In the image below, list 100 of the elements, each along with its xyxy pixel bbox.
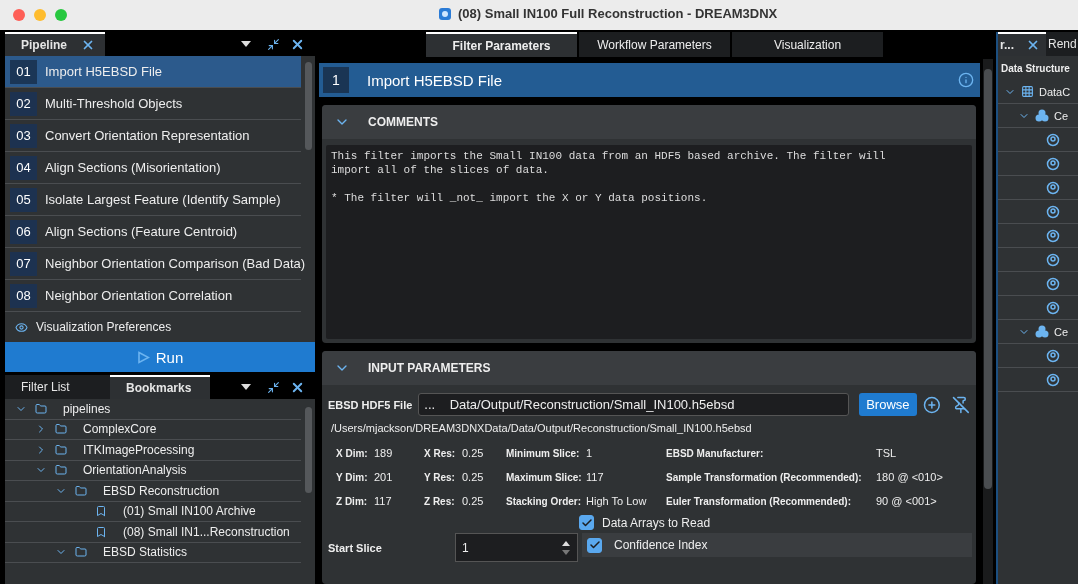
zoom-window-button[interactable] <box>55 9 67 21</box>
info-value: 0.25 <box>462 471 485 483</box>
visualization-preferences-row[interactable]: Visualization Preferences <box>5 312 315 342</box>
field-label: EBSD HDF5 File <box>328 398 413 411</box>
info-value: 0.25 <box>462 495 485 507</box>
data-array-icon <box>1046 348 1060 363</box>
window-title: (08) Small IN100 Full Reconstruction - DREAM3DNX <box>458 6 778 21</box>
dropdown-caret-icon[interactable] <box>241 41 251 47</box>
info-label: X Res: <box>424 447 457 459</box>
section-header[interactable]: COMMENTS <box>322 105 976 139</box>
panel-header: Data Structure <box>998 56 1078 80</box>
tab[interactable]: Visualization <box>732 32 883 57</box>
data-array-icon <box>1046 204 1060 219</box>
tree-item[interactable]: ITKImageProcessing <box>83 442 195 457</box>
file-path: /Users/mjackson/DREAM3DNXData/Data/Output/Reconstruction/Small_IN100.h5ebsd <box>330 421 753 434</box>
play-icon <box>136 350 150 364</box>
info-value: High To Low <box>586 495 648 507</box>
data-array-icon <box>1046 372 1060 387</box>
info-label: Euler Transformation (Recommended): <box>666 495 853 507</box>
panel-tab[interactable]: r... <box>998 32 1046 56</box>
folder-icon <box>55 443 67 456</box>
data-array-icon <box>1046 300 1060 315</box>
info-label: Stacking Order: <box>506 495 583 507</box>
tab[interactable]: Filter Parameters <box>426 32 577 57</box>
scrollbar[interactable] <box>305 407 312 493</box>
comments-text[interactable]: This filter imports the Small IN100 data from an HDF5 based archive. The filter will import all of the slices of data. * The filter will _not_ import the X or Y data positions. <box>326 145 972 339</box>
run-button[interactable]: Run <box>5 342 315 372</box>
start-slice-spinbox[interactable]: 1 <box>455 533 578 562</box>
info-value: 0.25 <box>462 447 485 459</box>
tab[interactable]: Workflow Parameters <box>579 32 730 57</box>
bookmark-icon <box>95 505 107 518</box>
dropdown-caret-icon[interactable] <box>241 384 251 390</box>
info-label: Sample Transformation (Recommended): <box>666 471 863 483</box>
cells-icon <box>1035 108 1049 123</box>
info-value: 1 <box>586 447 594 459</box>
info-value: 117 <box>374 495 393 507</box>
tree-item[interactable]: (08) Small IN1...Reconstruction <box>123 524 290 539</box>
info-value: 180 @ <010> <box>876 471 944 483</box>
folder-icon <box>75 484 87 497</box>
data-array-icon <box>1046 252 1060 267</box>
pipeline-tab[interactable]: Pipeline <box>5 32 105 56</box>
minimize-window-button[interactable] <box>34 9 46 21</box>
info-label: Maximum Slice: <box>506 471 583 483</box>
pipeline-item[interactable]: 01 Import H5EBSD File <box>5 56 301 88</box>
info-label: EBSD Manufacturer: <box>666 447 765 459</box>
data-array-icon <box>1046 156 1060 171</box>
info-label: Minimum Slice: <box>506 447 581 459</box>
info-value: 201 <box>374 471 394 483</box>
tree-item[interactable]: ComplexCore <box>83 422 157 437</box>
folder-icon <box>35 402 47 415</box>
info-value: 90 @ <001> <box>876 495 938 507</box>
grid-icon <box>1021 85 1034 98</box>
info-label: Z Dim: <box>336 495 369 507</box>
browse-button[interactable]: Browse <box>859 393 917 416</box>
data-array-row[interactable]: Confidence Index <box>582 533 972 557</box>
filter-number: 1 <box>323 67 349 93</box>
info-label: Y Dim: <box>336 471 369 483</box>
bookmark-icon <box>95 525 107 538</box>
info-value: 189 <box>374 447 394 459</box>
data-array-icon <box>1046 180 1060 195</box>
panel-tab[interactable]: Bookmarks <box>110 375 210 399</box>
checkbox[interactable] <box>587 537 602 553</box>
info-label: X Dim: <box>336 447 369 459</box>
filter-title: Import H5EBSD File <box>367 71 504 89</box>
tree-item[interactable]: Ce <box>1054 325 1069 338</box>
tree-item[interactable]: (01) Small IN100 Archive <box>123 504 256 519</box>
tree-item[interactable]: EBSD Reconstruction <box>103 483 220 498</box>
scrollbar[interactable] <box>305 62 312 150</box>
checkbox[interactable] <box>579 515 594 530</box>
close-icon[interactable] <box>81 38 95 52</box>
data-array-icon <box>1046 276 1060 291</box>
info-label: Y Res: <box>424 471 456 483</box>
tree-item[interactable]: EBSD Statistics <box>103 545 188 560</box>
folder-icon <box>75 546 87 559</box>
tree-item[interactable]: OrientationAnalysis <box>83 463 187 478</box>
cells-icon <box>1035 324 1049 339</box>
close-window-button[interactable] <box>13 9 25 21</box>
add-icon[interactable] <box>922 395 941 414</box>
section-header[interactable]: INPUT PARAMETERS <box>322 351 976 385</box>
folder-icon <box>55 464 67 477</box>
info-value: 117 <box>586 471 605 483</box>
panel-tab[interactable]: Filter List <box>5 375 110 399</box>
pin-off-icon[interactable] <box>952 395 970 414</box>
field-label: Start Slice <box>328 541 382 554</box>
checkbox-label[interactable]: Data Arrays to Read <box>602 515 711 530</box>
checkbox-label[interactable]: Confidence Index <box>614 538 708 552</box>
scrollbar[interactable] <box>984 69 992 489</box>
data-array-icon <box>1046 132 1060 147</box>
folder-icon <box>55 423 67 436</box>
info-icon[interactable] <box>958 72 974 88</box>
tree-item[interactable]: pipelines <box>63 401 111 416</box>
eye-icon <box>15 320 28 334</box>
close-icon[interactable] <box>1026 38 1040 52</box>
tree-item[interactable]: DataC <box>1039 85 1071 98</box>
panel-tab[interactable]: Rend <box>1046 32 1078 56</box>
info-value: TSL <box>876 447 898 459</box>
tree-item[interactable]: Ce <box>1054 109 1069 122</box>
data-array-icon <box>1046 228 1060 243</box>
app-icon <box>438 6 452 21</box>
file-path-field[interactable]: ... Data/Output/Reconstruction/Small_IN100.h5ebsd <box>418 393 850 416</box>
